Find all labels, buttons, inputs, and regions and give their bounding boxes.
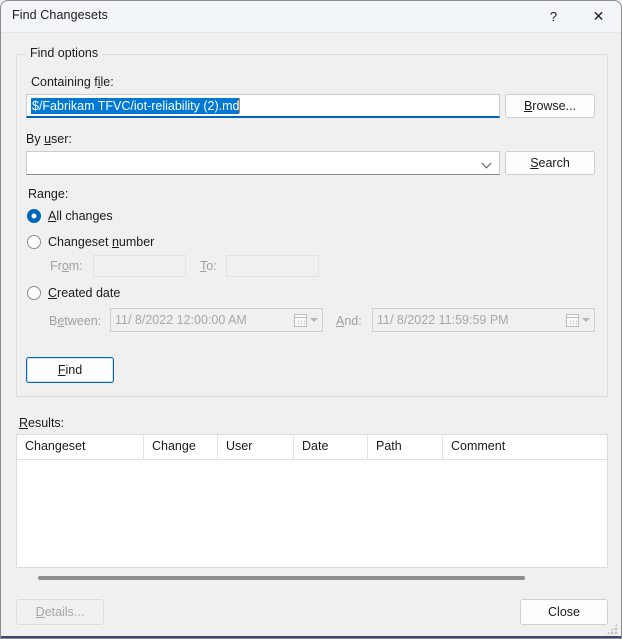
between-label: Between: — [49, 314, 102, 328]
results-horizontal-scrollbar[interactable] — [16, 573, 608, 583]
and-label: And: — [336, 314, 362, 328]
radio-all-changes[interactable]: All changes — [27, 209, 113, 223]
results-list[interactable]: Changeset Change User Date Path Comment — [16, 434, 608, 568]
chevron-down-icon — [582, 318, 590, 322]
titlebar-separator — [1, 32, 621, 33]
column-header-user[interactable]: User — [218, 435, 294, 459]
close-button[interactable]: Close — [520, 599, 608, 625]
chevron-down-icon — [483, 159, 492, 168]
between-date-input: 11/ 8/2022 12:00:00 AM — [110, 308, 323, 332]
radio-changeset-number[interactable]: Changeset number — [27, 235, 154, 249]
from-input — [93, 255, 186, 277]
from-label: From: — [50, 259, 83, 273]
find-button-label: Find — [57, 363, 83, 377]
results-label: Results: — [19, 416, 65, 430]
to-input — [226, 255, 319, 277]
results-column-header: Changeset Change User Date Path Comment — [17, 435, 607, 460]
radio-changeset-number-label: Changeset number — [48, 235, 155, 249]
calendar-icon — [294, 313, 307, 327]
radio-all-changes-label: All changes — [48, 209, 113, 223]
column-header-date[interactable]: Date — [294, 435, 368, 459]
radio-created-date[interactable]: Created date — [27, 286, 120, 300]
by-user-combobox[interactable] — [26, 151, 500, 175]
between-date-value: 11/ 8/2022 12:00:00 AM — [115, 313, 247, 327]
containing-file-value: $/Fabrikam TFVC/iot-reliability (2).md — [31, 97, 240, 114]
column-header-comment[interactable]: Comment — [443, 435, 607, 459]
scrollbar-thumb[interactable] — [38, 576, 525, 580]
find-options-group-label: Find options — [26, 46, 103, 60]
close-icon: ✕ — [592, 8, 605, 25]
radio-all-changes-indicator — [27, 209, 41, 223]
details-button-label: Details... — [35, 605, 85, 619]
browse-button[interactable]: Browse... — [505, 94, 595, 118]
search-button[interactable]: Search — [505, 151, 595, 175]
radio-created-date-label: Created date — [48, 286, 121, 300]
text-caret — [239, 98, 241, 113]
calendar-icon — [566, 313, 579, 327]
and-date-picker — [566, 313, 590, 327]
close-window-button[interactable]: ✕ — [576, 1, 621, 32]
help-button[interactable]: ? — [531, 1, 576, 32]
resize-grip-icon[interactable] — [606, 623, 618, 635]
column-header-change[interactable]: Change — [144, 435, 218, 459]
chevron-down-icon — [310, 318, 318, 322]
containing-file-input[interactable]: $/Fabrikam TFVC/iot-reliability (2).md — [26, 94, 500, 118]
title-bar[interactable]: Find Changesets ? ✕ — [1, 1, 621, 32]
column-header-path[interactable]: Path — [368, 435, 443, 459]
window-bottom-border — [1, 636, 621, 638]
details-button: Details... — [16, 599, 104, 625]
find-changesets-dialog: Find Changesets ? ✕ Find options Contain… — [0, 0, 622, 639]
range-label: Range: — [28, 187, 69, 201]
and-date-value: 11/ 8/2022 11:59:59 PM — [377, 313, 509, 327]
radio-created-date-indicator — [27, 286, 41, 300]
close-button-label: Close — [548, 605, 580, 619]
and-date-input: 11/ 8/2022 11:59:59 PM — [372, 308, 595, 332]
to-label: To: — [200, 259, 217, 273]
find-button[interactable]: Find — [26, 357, 114, 383]
column-header-changeset[interactable]: Changeset — [17, 435, 144, 459]
by-user-label: By user: — [26, 132, 72, 146]
window-title: Find Changesets — [12, 8, 109, 22]
radio-changeset-number-indicator — [27, 235, 41, 249]
question-mark-icon: ? — [549, 9, 558, 24]
containing-file-label: Containing file: — [31, 75, 114, 89]
between-date-picker — [294, 313, 318, 327]
browse-button-label: Browse... — [523, 99, 577, 113]
search-button-label: Search — [530, 156, 570, 170]
